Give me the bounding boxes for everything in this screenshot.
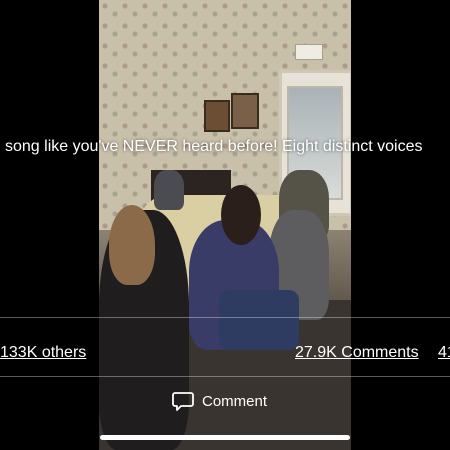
video-caption: song like you've NEVER heard before! Eig… [0,136,450,158]
comment-label: Comment [202,392,268,410]
jeans [219,290,299,350]
comments-count-link[interactable]: 27.9K Comments [295,343,419,363]
picture-frame [204,100,230,132]
person-hair [109,205,155,285]
picture-frame [231,93,259,129]
video-player[interactable] [99,0,351,450]
comment-button[interactable]: Comment [172,388,267,414]
comment-icon [172,392,194,411]
home-indicator[interactable] [100,435,350,440]
divider [0,376,450,377]
person-hair [221,185,261,245]
exit-sign [295,44,323,60]
likes-count-link[interactable]: 133K others [0,343,86,363]
caption-text: song like you've NEVER heard before! Eig… [5,138,423,155]
shares-count-link[interactable]: 41 [438,343,450,363]
person-piano [154,170,184,210]
divider [0,317,450,318]
